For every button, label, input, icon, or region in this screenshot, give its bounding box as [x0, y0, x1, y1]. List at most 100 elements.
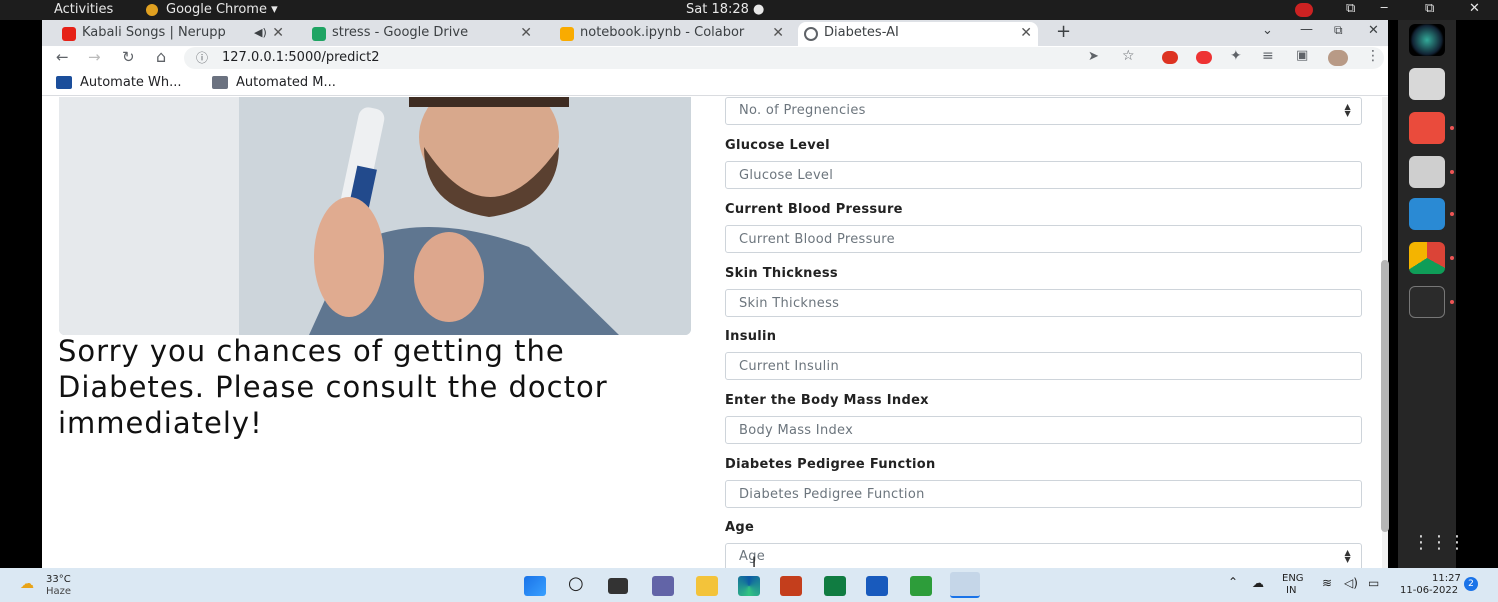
excel-icon[interactable]: [824, 576, 846, 596]
bmi-input[interactable]: [725, 416, 1362, 444]
running-indicator: [1450, 170, 1454, 174]
audio-playing-icon[interactable]: ◀): [254, 22, 267, 44]
close-icon[interactable]: ✕: [1368, 23, 1379, 38]
adblock-extension-icon[interactable]: [1162, 51, 1178, 64]
menu-dots-icon[interactable]: ⋮: [1366, 48, 1380, 64]
bookmark-star-icon[interactable]: ☆: [1122, 48, 1135, 64]
weather-temp[interactable]: 33°C: [46, 574, 71, 585]
bookmark-automate-wh[interactable]: Automate Wh...: [80, 75, 182, 90]
tray-record-icon[interactable]: [1295, 3, 1313, 17]
teams-icon[interactable]: [652, 576, 674, 596]
start-button-icon[interactable]: [524, 576, 546, 596]
forward-icon[interactable]: →: [88, 48, 101, 66]
glucose-input[interactable]: [725, 161, 1362, 189]
age-input[interactable]: Age ▲ ▼: [725, 543, 1362, 568]
drive-favicon: [312, 27, 326, 41]
bookmarks-bar: Automate Wh... Automated M...: [42, 71, 1388, 96]
tray-chevron-icon[interactable]: ⌃: [1228, 575, 1238, 589]
windows-taskbar: ☁ 33°C Haze ○ ⌃ ☁ ENG IN ≋ ◁) ▭ 11:27 11…: [0, 568, 1498, 602]
vscode-app-icon[interactable]: [1409, 198, 1445, 230]
tray-time[interactable]: 11:27: [1432, 573, 1461, 584]
pregnancies-input[interactable]: No. of Pregnencies ▲ ▼: [725, 97, 1362, 125]
close-tab-icon[interactable]: ✕: [1020, 22, 1032, 44]
url-text: 127.0.0.1:5000/predict2: [222, 50, 380, 65]
profile-avatar[interactable]: [1328, 50, 1348, 66]
wifi-icon[interactable]: ≋: [1322, 576, 1332, 590]
word-icon[interactable]: [866, 576, 888, 596]
system-top-bar: Activities Google Chrome ▾ Sat 18:28 ● ⧉…: [0, 0, 1498, 20]
skin-thickness-label: Skin Thickness: [725, 266, 838, 281]
notification-badge[interactable]: 2: [1464, 577, 1478, 591]
search-icon[interactable]: ○: [568, 573, 584, 594]
new-tab-button[interactable]: +: [1056, 21, 1071, 42]
insulin-input[interactable]: [725, 352, 1362, 380]
lang-eng[interactable]: ENG: [1282, 573, 1304, 584]
prediction-result-text: Sorry you chances of getting the Diabete…: [58, 334, 608, 440]
number-spinner-icon[interactable]: ▲ ▼: [1345, 103, 1351, 118]
task-view-icon[interactable]: [608, 578, 628, 594]
remote-desktop-icon[interactable]: [950, 572, 980, 598]
media-queue-icon[interactable]: ≡: [1262, 48, 1274, 64]
pedigree-input[interactable]: [725, 480, 1362, 508]
app-menu[interactable]: Google Chrome ▾: [166, 2, 278, 17]
show-apps-icon[interactable]: ⋮⋮⋮: [1412, 532, 1466, 553]
glucose-label: Glucose Level: [725, 138, 830, 153]
restore-window-icon[interactable]: ⧉: [1425, 1, 1434, 16]
hero-image: [59, 97, 691, 335]
extensions-puzzle-icon[interactable]: ✦: [1230, 48, 1242, 64]
browser-window: Kabali Songs | Nerupp ◀) ✕ stress - Goog…: [42, 20, 1389, 568]
app-icon[interactable]: [910, 576, 932, 596]
scrollbar-thumb[interactable]: [1381, 260, 1389, 532]
lang-in: IN: [1286, 585, 1297, 596]
file-explorer-icon[interactable]: [696, 576, 718, 596]
blood-pressure-input[interactable]: [725, 225, 1362, 253]
weather-icon[interactable]: ☁: [20, 576, 34, 592]
back-icon[interactable]: ←: [56, 48, 69, 66]
send-tab-icon[interactable]: ➤: [1088, 49, 1099, 64]
tab-diabetes-ai[interactable]: Diabetes-AI ✕: [798, 22, 1038, 46]
webcam-app-icon[interactable]: [1409, 24, 1445, 56]
restore-icon[interactable]: ⧉: [1334, 23, 1343, 38]
side-panel-icon[interactable]: ▣: [1296, 48, 1308, 63]
files-app-icon[interactable]: [1409, 156, 1445, 188]
tab-label: stress - Google Drive: [332, 25, 469, 40]
terminal-app-icon[interactable]: [1409, 286, 1445, 318]
minimize-window-icon[interactable]: ‒: [1380, 0, 1388, 15]
edge-icon[interactable]: [738, 576, 760, 596]
network-icon[interactable]: ⧉: [1346, 1, 1355, 16]
tab-kabali[interactable]: Kabali Songs | Nerupp ◀) ✕: [56, 22, 290, 46]
tab-drive[interactable]: stress - Google Drive ✕: [306, 22, 538, 46]
browser-toolbar: ← → ↻ ⌂ ⓘ 127.0.0.1:5000/predict2 ➤ ☆ ✦ …: [42, 46, 1388, 71]
onedrive-icon[interactable]: ☁: [1252, 576, 1264, 590]
bookmark-favicon: [212, 76, 228, 89]
home-icon[interactable]: ⌂: [156, 47, 166, 66]
site-info-icon[interactable]: ⓘ: [196, 47, 208, 69]
chrome-dock-icon[interactable]: [1409, 242, 1445, 274]
battery-icon[interactable]: ▭: [1368, 576, 1379, 590]
reload-icon[interactable]: ↻: [122, 48, 135, 66]
running-indicator: [1450, 212, 1454, 216]
number-spinner-icon[interactable]: ▲ ▼: [1345, 549, 1351, 564]
extension-icon[interactable]: [1196, 51, 1212, 64]
minimize-icon[interactable]: —: [1300, 22, 1313, 37]
tab-colab[interactable]: notebook.ipynb - Colabor ✕: [554, 22, 790, 46]
age-label: Age: [725, 520, 755, 535]
close-window-icon[interactable]: ✕: [1469, 1, 1480, 16]
close-tab-icon[interactable]: ✕: [772, 22, 784, 44]
powerpoint-icon[interactable]: [780, 576, 802, 596]
tray-date[interactable]: 11-06-2022: [1400, 585, 1458, 596]
screenshot-app-icon[interactable]: [1409, 68, 1445, 100]
skin-thickness-input[interactable]: [725, 289, 1362, 317]
volume-icon[interactable]: ◁): [1344, 576, 1358, 590]
text-cursor-icon: I: [752, 555, 757, 568]
app-dock: ⋮⋮⋮: [1398, 20, 1466, 568]
bookmark-automated-m[interactable]: Automated M...: [236, 75, 336, 90]
pregnancies-placeholder: No. of Pregnencies: [739, 103, 866, 118]
page-content: Sorry you chances of getting the Diabete…: [42, 97, 1382, 568]
anydesk-app-icon[interactable]: [1409, 112, 1445, 144]
close-tab-icon[interactable]: ✕: [272, 22, 284, 44]
close-tab-icon[interactable]: ✕: [520, 22, 532, 44]
activities-button[interactable]: Activities: [54, 2, 113, 17]
tab-search-icon[interactable]: ⌄: [1262, 23, 1273, 38]
system-clock[interactable]: Sat 18:28 ●: [686, 2, 764, 17]
